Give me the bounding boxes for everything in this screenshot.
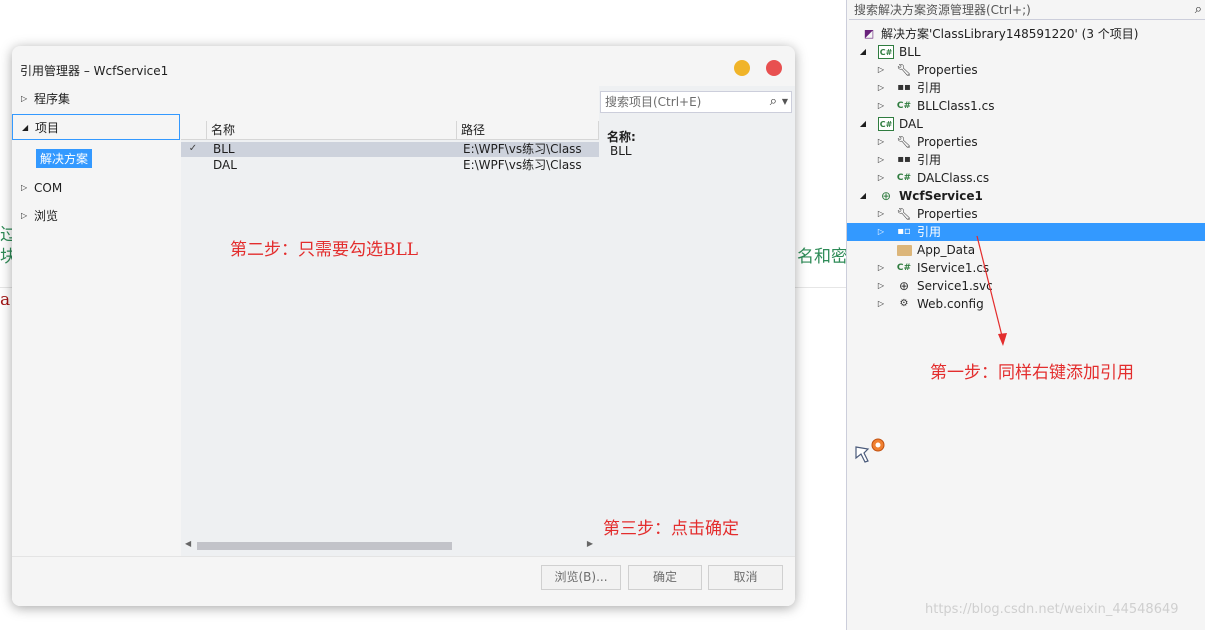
nav-item-projects[interactable]: ◢ 项目 bbox=[12, 114, 180, 140]
pointer-icon bbox=[855, 438, 885, 463]
scrollbar-thumb[interactable] bbox=[197, 542, 452, 550]
nav-item-label: 浏览 bbox=[34, 209, 59, 223]
expand-triangle-icon: ▷ bbox=[21, 94, 28, 103]
row-name: BLL bbox=[213, 142, 235, 156]
row-path: E:\WPF\vs练习\Class bbox=[463, 142, 582, 156]
browse-button[interactable]: 浏览(B)... bbox=[541, 565, 621, 590]
ok-button[interactable]: 确定 bbox=[628, 565, 702, 590]
row-path: E:\WPF\vs练习\Class bbox=[463, 158, 582, 172]
watermark: https://blog.csdn.net/weixin_44548649 bbox=[925, 602, 1179, 617]
nav-item-label: 项目 bbox=[35, 121, 60, 135]
horizontal-scrollbar[interactable]: ◀ ▶ bbox=[181, 538, 599, 554]
nav-subitem-solution[interactable]: 解决方案 bbox=[36, 149, 93, 168]
column-header-check bbox=[181, 121, 207, 140]
chevron-down-icon[interactable]: ▼ bbox=[782, 92, 788, 112]
column-header-path[interactable]: 路径 bbox=[457, 121, 599, 140]
list-body: 名称 路径 ✓ BLL E:\WPF\vs练习\Class DAL E:\WPF… bbox=[181, 121, 599, 556]
column-header-name[interactable]: 名称 bbox=[207, 121, 457, 140]
category-nav: ▷ 程序集 ◢ 项目 解决方案 ▷ COM ▷ 浏览 bbox=[12, 86, 180, 556]
project-list: 名称 路径 ✓ BLL E:\WPF\vs练习\Class DAL E:\WPF… bbox=[181, 86, 599, 556]
nav-item-label: COM bbox=[34, 181, 63, 195]
dialog-footer: 浏览(B)... 确定 取消 bbox=[12, 556, 795, 606]
search-icon[interactable]: ⌕ bbox=[770, 92, 777, 112]
row-name: DAL bbox=[213, 158, 237, 172]
minimize-button[interactable] bbox=[734, 60, 750, 76]
table-row[interactable]: ✓ BLL E:\WPF\vs练习\Class bbox=[181, 142, 599, 157]
table-row[interactable]: DAL E:\WPF\vs练习\Class bbox=[181, 158, 599, 173]
nav-item-browse[interactable]: ▷ 浏览 bbox=[12, 203, 180, 229]
nav-item-assemblies[interactable]: ▷ 程序集 bbox=[12, 86, 180, 112]
checkbox-checked[interactable]: ✓ bbox=[187, 143, 199, 155]
detail-value: BLL bbox=[610, 144, 632, 158]
annotation-step3: 第三步：点击确定 bbox=[603, 519, 739, 539]
collapse-triangle-icon: ◢ bbox=[22, 123, 29, 132]
scroll-right-icon[interactable]: ▶ bbox=[587, 539, 593, 548]
checkbox-unchecked[interactable] bbox=[187, 159, 199, 171]
detail-label: 名称: bbox=[607, 130, 636, 144]
nav-item-label: 程序集 bbox=[34, 92, 71, 106]
project-search-input[interactable]: 搜索项目(Ctrl+E) ⌕ ▼ bbox=[600, 91, 792, 113]
reference-manager-dialog: 引用管理器 – WcfService1 ▷ 程序集 ◢ 项目 解决方案 ▷ CO… bbox=[12, 46, 795, 606]
scroll-left-icon[interactable]: ◀ bbox=[185, 539, 191, 548]
nav-item-com[interactable]: ▷ COM bbox=[12, 175, 180, 201]
cancel-button[interactable]: 取消 bbox=[708, 565, 783, 590]
annotation-step2: 第二步：只需要勾选BLL bbox=[230, 240, 419, 260]
close-button[interactable] bbox=[766, 60, 782, 76]
annotation-step1: 第一步：同样右键添加引用 bbox=[930, 363, 1134, 383]
list-top-strip bbox=[181, 86, 599, 121]
expand-triangle-icon: ▷ bbox=[21, 211, 28, 220]
dialog-title: 引用管理器 – WcfService1 bbox=[20, 64, 169, 78]
expand-triangle-icon: ▷ bbox=[21, 183, 28, 192]
search-placeholder: 搜索项目(Ctrl+E) bbox=[605, 95, 702, 109]
